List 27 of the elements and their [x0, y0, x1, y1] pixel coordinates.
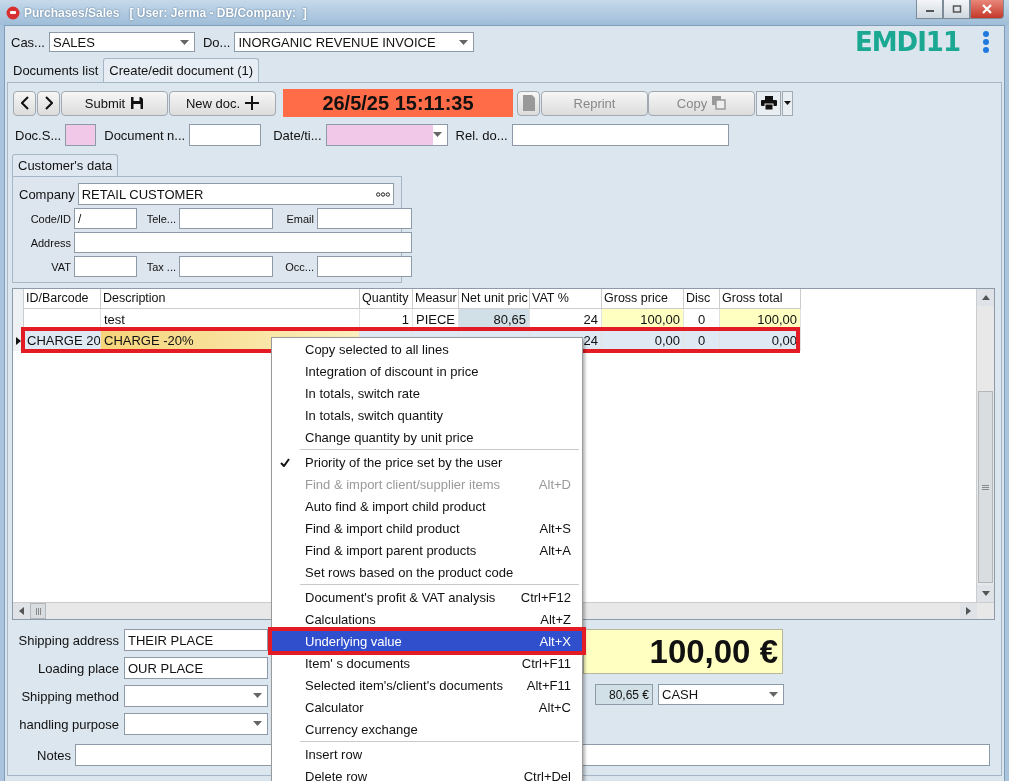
field-label: Rel. do...: [455, 127, 508, 143]
window-subtitle: [ User: Jerma - DB/Company: ]: [129, 5, 307, 20]
window-title: Purchases/Sales: [24, 5, 120, 20]
field-label: Date/ti...: [273, 127, 322, 143]
field-label: Tax ...: [145, 260, 176, 273]
logo: EMDI11: [854, 27, 960, 57]
field-label: Occ...: [284, 260, 314, 273]
field-label: Address: [29, 236, 71, 249]
clock-display: 26/5/25 15:11:35: [283, 89, 513, 117]
field-label: Email: [285, 212, 314, 225]
field-label: Do...: [202, 34, 231, 50]
field-label: Loading place: [38, 660, 119, 676]
field-label: VAT: [50, 260, 71, 273]
field-label: Shipping method: [21, 688, 119, 704]
field-label: Notes: [36, 747, 71, 763]
field-label: Doc.S...: [15, 127, 62, 143]
total-amount: 100,00 €: [583, 629, 783, 674]
field-label: Tele...: [145, 212, 176, 225]
field-label: Shipping address: [18, 632, 119, 648]
table-cell: test: [101, 309, 360, 330]
field-label: Document n...: [104, 127, 186, 143]
table-cell: 1: [360, 309, 413, 330]
field-label: Code/ID: [29, 212, 71, 225]
net-amount-field: 80,65 €: [595, 684, 653, 705]
field-label: Cas...: [11, 34, 45, 50]
field-label: Company: [19, 186, 75, 202]
field-label: handling purpose: [19, 716, 119, 732]
